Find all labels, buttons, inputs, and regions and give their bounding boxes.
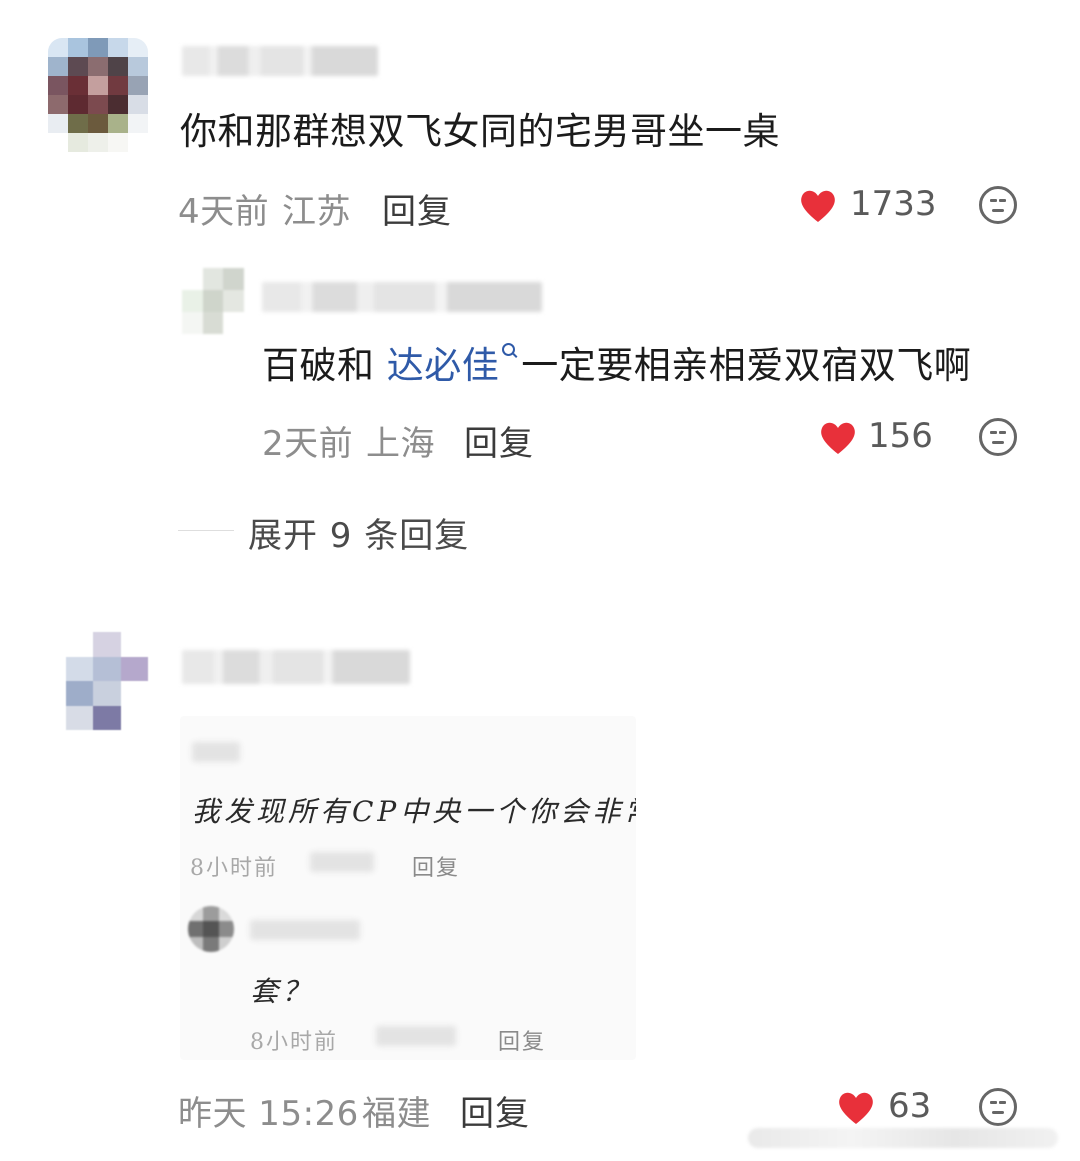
like-count: 63 [888, 1086, 932, 1126]
like-count: 156 [868, 416, 933, 456]
watermark-blurred [748, 1128, 1058, 1148]
location-blurred [310, 852, 374, 872]
reply-text-after: 一定要相亲相爱双宿双飞啊 [521, 344, 972, 387]
embedded-comment-time: 8小时前 [190, 856, 278, 881]
search-glyph-icon[interactable] [502, 343, 516, 356]
comment-time: 4天前 [178, 192, 270, 232]
username-blurred[interactable] [182, 650, 410, 684]
location-blurred [376, 1026, 456, 1046]
heart-icon[interactable] [798, 188, 838, 224]
avatar[interactable] [182, 268, 244, 334]
reply-time: 2天前 [262, 424, 354, 464]
reply-location: 上海 [366, 424, 435, 464]
reply-button[interactable]: 回复 [382, 184, 452, 233]
username-blurred[interactable] [182, 46, 378, 76]
reply-text: 百破和 达必佳 一定要相亲相爱双宿双飞啊 [262, 343, 972, 388]
embedded-sub-reply-time: 8小时前 [250, 1030, 338, 1055]
comment-location: 福建 [362, 1094, 431, 1134]
emoji-reaction-icon[interactable] [979, 1088, 1017, 1126]
username-blurred [250, 920, 360, 940]
mention-link[interactable]: 达必佳 [387, 344, 500, 387]
expand-replies-button[interactable]: 展开 9 条回复 [248, 508, 469, 557]
avatar [188, 906, 234, 952]
avatar[interactable] [48, 38, 148, 152]
like-count: 1733 [850, 184, 937, 224]
emoji-reaction-icon[interactable] [979, 418, 1017, 456]
emoji-reaction-icon[interactable] [979, 186, 1017, 224]
comment-location: 江苏 [282, 192, 351, 232]
heart-icon[interactable] [836, 1090, 876, 1126]
embedded-sub-reply-text: 套？ [250, 975, 315, 1008]
embedded-screenshot[interactable]: 我发现所有CP中央一个你会非常 8小时前 回复 套？ 8小时前 回复 [180, 716, 636, 1060]
comment-text: 你和那群想双飞女同的宅男哥坐一桌 [180, 110, 780, 153]
embedded-reply-button: 回复 [412, 856, 461, 881]
username-blurred[interactable] [262, 282, 542, 312]
heart-icon[interactable] [818, 420, 858, 456]
username-blurred [192, 742, 240, 762]
avatar[interactable] [66, 632, 148, 730]
embedded-sub-reply-button: 回复 [498, 1030, 547, 1055]
divider [178, 530, 234, 531]
reply-text-before: 百破和 [262, 344, 375, 387]
embedded-comment-text: 我发现所有CP中央一个你会非常 [192, 795, 636, 828]
reply-button[interactable]: 回复 [464, 416, 534, 465]
reply-button[interactable]: 回复 [460, 1086, 530, 1135]
comment-time: 昨天 15:26 [178, 1094, 359, 1134]
